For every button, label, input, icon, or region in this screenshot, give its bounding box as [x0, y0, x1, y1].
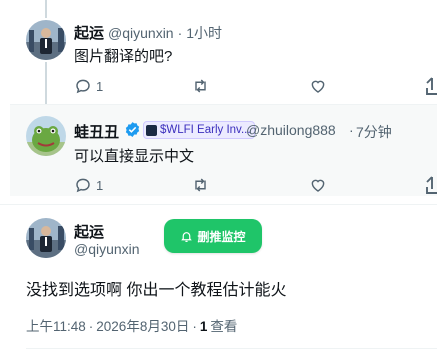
- views-count: 1: [199, 319, 208, 334]
- author-name[interactable]: 起运: [74, 22, 104, 43]
- reply-icon: [76, 79, 90, 94]
- reply-button[interactable]: 1: [74, 77, 103, 95]
- like-button[interactable]: [309, 77, 327, 95]
- reply-count: 1: [96, 177, 104, 193]
- like-icon: [311, 80, 325, 93]
- retweet-icon: [195, 178, 206, 192]
- timestamp[interactable]: 7分钟: [356, 122, 392, 142]
- reply1-header: 起运 @qiyunxin · 1小时: [74, 22, 222, 43]
- reply-count: 1: [96, 78, 104, 94]
- avatar[interactable]: [26, 116, 66, 156]
- bell-icon: [181, 231, 193, 242]
- author-handle[interactable]: @qiyunxin: [74, 241, 140, 257]
- divider: [0, 204, 437, 205]
- share-icon: [426, 77, 437, 95]
- badge-label: $WLFI Early Inv...: [160, 124, 251, 136]
- share-button[interactable]: [424, 175, 437, 195]
- author-name[interactable]: 蛙丑丑: [74, 121, 119, 142]
- avatar[interactable]: [26, 218, 66, 258]
- monitor-button-label: 删推监控: [197, 229, 246, 244]
- separator-dot: ·: [349, 122, 354, 138]
- like-button[interactable]: [309, 176, 327, 194]
- badge-logo-icon: [146, 124, 157, 136]
- separator-dot: ·: [88, 319, 94, 334]
- author-name[interactable]: 起运: [74, 221, 104, 242]
- author-handle[interactable]: @qiyunxin: [108, 25, 174, 41]
- timestamp[interactable]: 1小时: [186, 23, 222, 43]
- divider: [10, 104, 437, 105]
- divider: [26, 348, 437, 349]
- tweet-meta: 上午11:48 · 2026年8月30日 · 1 查看: [26, 315, 237, 335]
- retweet-icon: [195, 79, 206, 93]
- share-icon: [426, 176, 437, 194]
- author-handle[interactable]: @zhuilong888: [246, 122, 336, 138]
- views-label[interactable]: 查看: [210, 315, 237, 335]
- retweet-button[interactable]: [191, 176, 210, 194]
- separator-dot: ·: [177, 25, 183, 41]
- avatar[interactable]: [26, 20, 66, 60]
- verified-icon: [124, 121, 141, 143]
- share-button[interactable]: [424, 76, 437, 96]
- thread-line-top: [45, 0, 47, 18]
- tweet-text: 可以直接显示中文: [74, 148, 195, 165]
- like-icon: [311, 179, 325, 192]
- monitor-button[interactable]: 删推监控: [164, 219, 262, 253]
- reply-icon: [76, 178, 90, 193]
- reply2-header: 蛙丑丑 $WLFI Early Inv... @zhuilong888 · 7分…: [74, 120, 434, 141]
- tweet-date[interactable]: 2026年8月30日: [96, 315, 189, 335]
- tweet-time[interactable]: 上午11:48: [26, 315, 86, 335]
- affiliate-badge[interactable]: $WLFI Early Inv...: [143, 121, 255, 139]
- separator-dot: ·: [192, 319, 197, 334]
- tweet-text: 没找到选项啊 你出一个教程估计能火: [26, 282, 287, 299]
- reply-button[interactable]: 1: [74, 176, 103, 194]
- tweet-text: 图片翻译的吧?: [74, 48, 173, 65]
- retweet-button[interactable]: [191, 77, 210, 95]
